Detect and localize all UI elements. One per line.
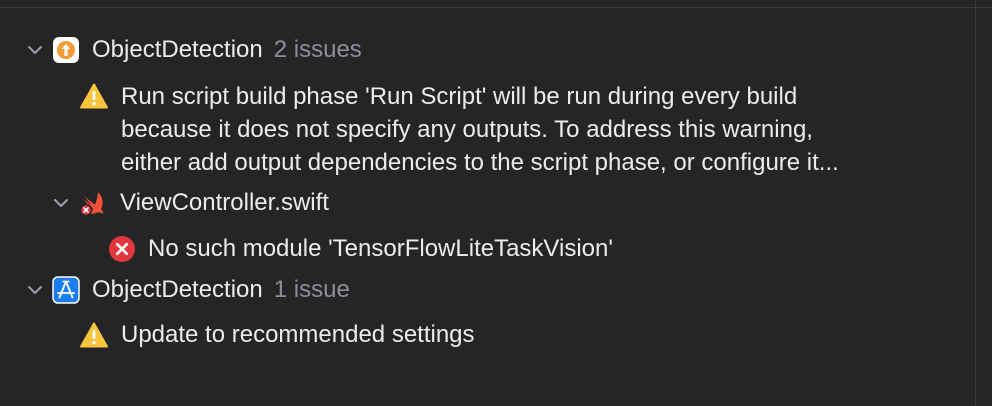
error-message: No such module 'TensorFlowLiteTaskVision… (148, 235, 613, 262)
swift-file-icon (78, 189, 106, 217)
right-divider (975, 0, 976, 406)
warning-line: Run script build phase 'Run Script' will… (121, 83, 798, 110)
chevron-down-icon[interactable] (24, 39, 46, 61)
issue-count: 1 issue (273, 276, 350, 303)
file-row[interactable]: ViewController.swift (50, 189, 329, 217)
app-project-icon (52, 276, 80, 304)
group-title: ObjectDetection (92, 36, 263, 63)
error-issue[interactable]: No such module 'TensorFlowLiteTaskVision… (108, 232, 613, 265)
chevron-down-icon[interactable] (50, 192, 72, 214)
chevron-down-icon[interactable] (24, 279, 46, 301)
error-icon (108, 235, 136, 263)
warning-issue[interactable]: Run script build phase 'Run Script' will… (80, 80, 839, 179)
warning-issue[interactable]: Update to recommended settings (80, 318, 475, 351)
warning-line: because it does not specify any outputs.… (121, 116, 813, 143)
group-header[interactable]: ObjectDetection 2 issues (24, 36, 362, 64)
warning-icon (80, 82, 108, 110)
warning-icon (80, 321, 108, 349)
group-title: ObjectDetection (92, 276, 263, 303)
file-name: ViewController.swift (120, 189, 329, 216)
warning-line: either add output dependencies to the sc… (121, 149, 839, 176)
top-divider (0, 7, 992, 8)
warning-message: Update to recommended settings (121, 321, 475, 348)
group-header[interactable]: ObjectDetection 1 issue (24, 276, 350, 304)
target-icon (52, 36, 80, 64)
issue-count: 2 issues (273, 36, 362, 63)
